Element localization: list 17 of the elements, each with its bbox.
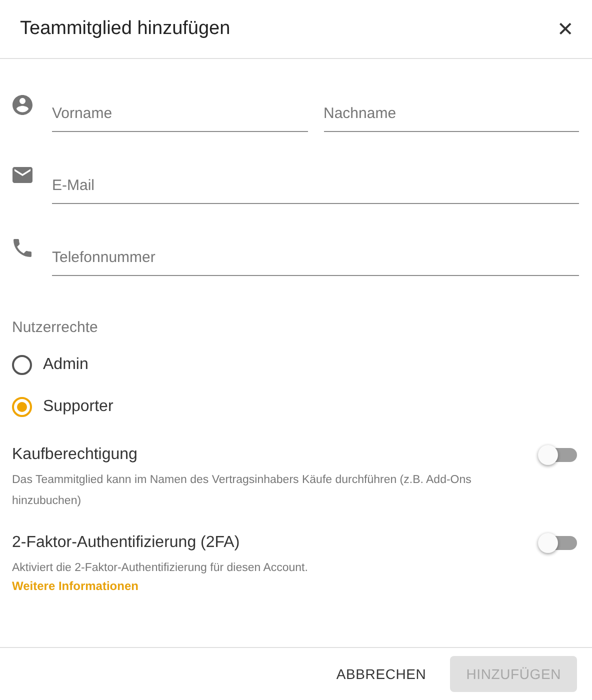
- account-icon: [12, 95, 33, 115]
- toggle-switch[interactable]: [540, 536, 577, 550]
- radio-label: Admin: [43, 356, 88, 374]
- radio-button[interactable]: [12, 397, 32, 417]
- radio-label: Supporter: [43, 398, 114, 416]
- setting-title: 2-Faktor-Authentifizierung (2FA): [12, 534, 240, 552]
- toggle-switch[interactable]: [540, 448, 577, 462]
- mail-icon: [12, 167, 33, 183]
- radio-button[interactable]: [12, 355, 32, 375]
- cancel-button[interactable]: ABBRECHEN: [320, 656, 442, 692]
- section-label: Nutzerrechte: [12, 319, 98, 336]
- setting-title: Kaufberechtigung: [12, 446, 138, 464]
- dialog-title: Teammitglied hinzufügen: [20, 18, 230, 40]
- close-button[interactable]: ✕: [553, 14, 578, 44]
- setting-description: Aktiviert die 2-Faktor-Authentifizierung für diesen Account.: [12, 561, 309, 576]
- setting-description: Das Teammitglied kann im Namen des Vertragsinhabers Käufe durchführen (z.B. Add-Ons hinzubuchen): [12, 473, 472, 509]
- phone-icon: [12, 239, 33, 257]
